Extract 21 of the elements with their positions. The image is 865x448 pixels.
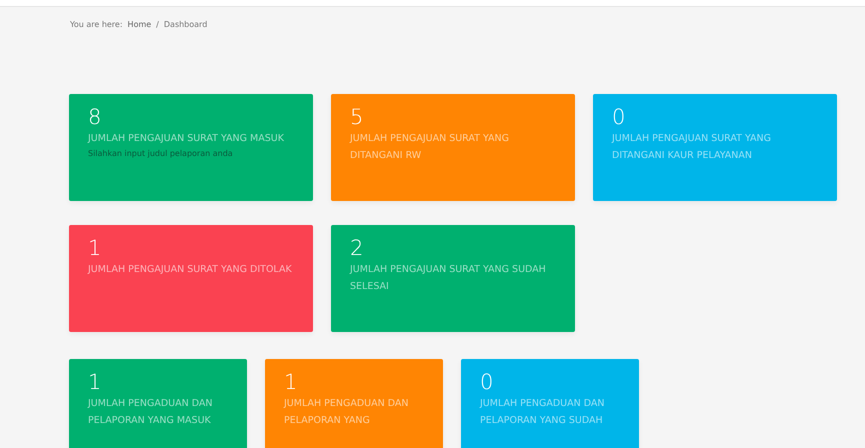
stat-value: 1 bbox=[88, 369, 102, 395]
breadcrumb-label: You are here: bbox=[70, 20, 123, 31]
stat-value: 1 bbox=[88, 235, 102, 261]
stat-value: 5 bbox=[350, 104, 364, 130]
stat-label: JUMLAH PENGAJUAN SURAT YANG DITANGANI KAUR PELAYANAN bbox=[612, 132, 772, 163]
stat-label: JUMLAH PENGAJUAN SURAT YANG DITOLAK bbox=[88, 263, 293, 277]
breadcrumb-separator: / bbox=[156, 20, 159, 31]
stat-value: 0 bbox=[612, 104, 626, 130]
stat-label: JUMLAH PENGADUAN DAN PELAPORAN YANG MASUK bbox=[88, 397, 214, 428]
breadcrumb-link[interactable]: Home bbox=[128, 20, 152, 67]
stat-value: 2 bbox=[350, 235, 364, 261]
stat-label: JUMLAH PENGADUAN DAN PELAPORAN YANG bbox=[284, 397, 410, 428]
stat-label: JUMLAH PENGAJUAN SURAT YANG SUDAH SELESAI bbox=[350, 263, 547, 294]
stat-label: JUMLAH PENGAJUAN SURAT YANG DITANGANI RW bbox=[350, 132, 510, 163]
stat-value: 1 bbox=[284, 369, 298, 395]
stat-value: 8 bbox=[88, 104, 102, 130]
breadcrumb-current: Dashboard bbox=[164, 20, 208, 31]
stat-label: JUMLAH PENGAJUAN SURAT YANG MASUK bbox=[88, 132, 285, 146]
stat-note: Silahkan input judul pelaporan anda bbox=[88, 149, 234, 158]
stat-label: JUMLAH PENGADUAN DAN PELAPORAN YANG SUDAH bbox=[480, 397, 606, 428]
stat-value: 0 bbox=[480, 369, 494, 395]
